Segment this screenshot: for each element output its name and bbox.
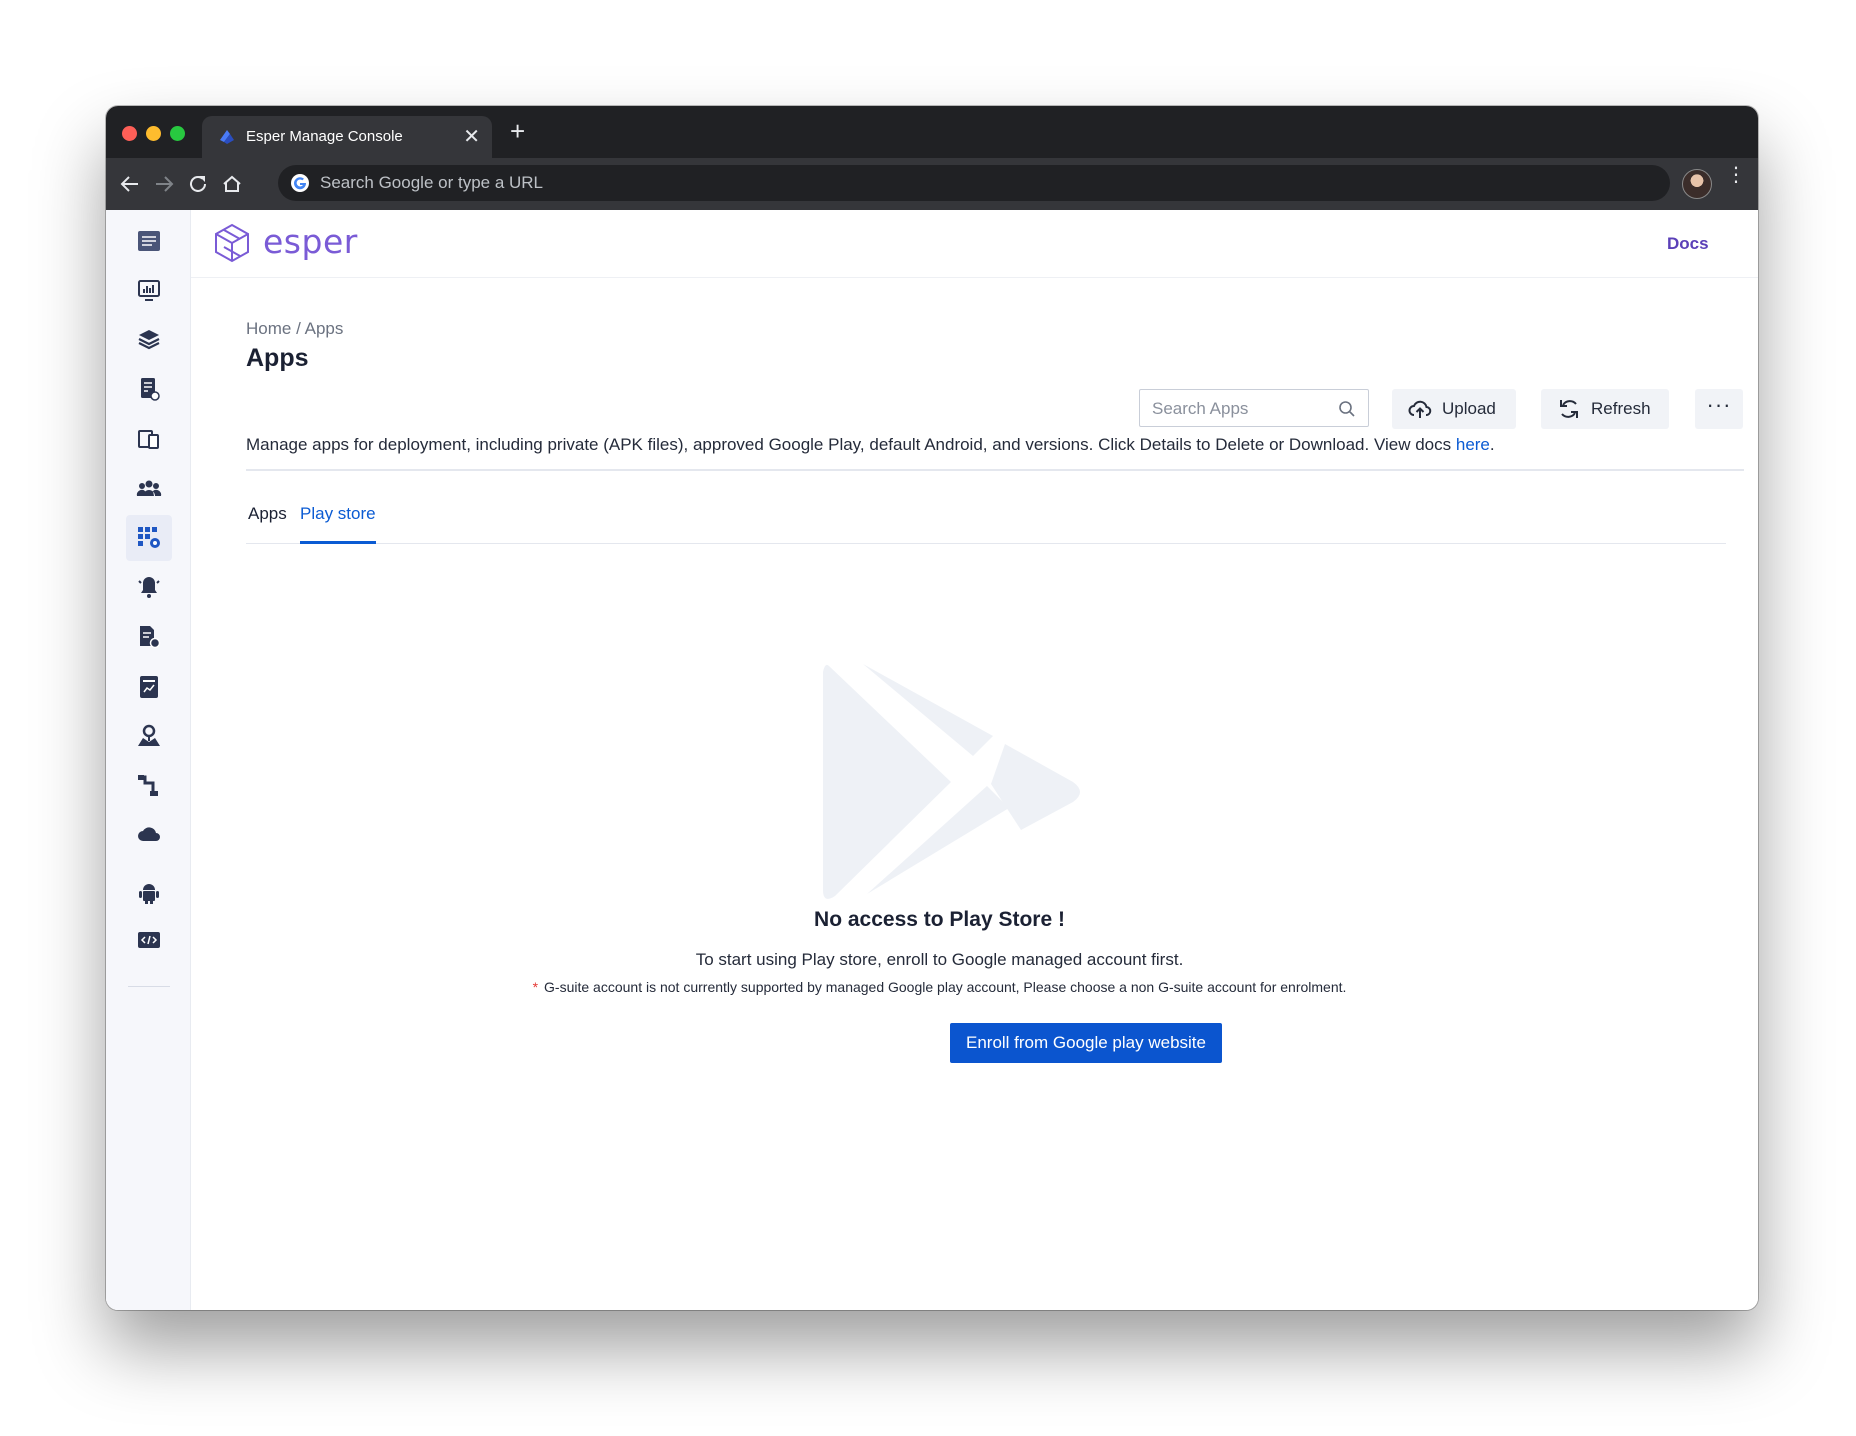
reload-icon[interactable] — [186, 172, 210, 196]
sidebar-geofence-icon[interactable] — [126, 713, 172, 759]
sidebar-android-icon[interactable] — [126, 870, 172, 916]
page-description: Manage apps for deployment, including pr… — [246, 435, 1495, 455]
sidebar — [106, 210, 191, 1310]
tab-apps[interactable]: Apps — [248, 504, 287, 544]
page-title: Apps — [246, 344, 309, 372]
search-apps-input[interactable] — [1152, 399, 1332, 419]
sidebar-developer-icon[interactable] — [126, 917, 172, 963]
browser-menu-icon[interactable]: ⋮ — [1726, 165, 1746, 185]
browser-profile-avatar[interactable] — [1682, 169, 1712, 199]
more-options-icon: ··· — [1706, 392, 1732, 417]
description-text: Manage apps for deployment, including pr… — [246, 435, 1456, 454]
cloud-upload-icon — [1408, 400, 1432, 418]
maximize-window-button[interactable] — [170, 126, 185, 141]
esper-logo-text[interactable]: esper — [263, 222, 358, 261]
browser-toolbar: Search Google or type a URL ⋮ — [106, 158, 1758, 210]
minimize-window-button[interactable] — [146, 126, 161, 141]
esper-logo-icon[interactable] — [211, 222, 253, 264]
home-icon[interactable] — [220, 172, 244, 196]
address-bar[interactable]: Search Google or type a URL — [278, 165, 1670, 201]
breadcrumb-home[interactable]: Home — [246, 319, 291, 338]
required-star: * — [532, 979, 539, 995]
sidebar-menu-icon[interactable] — [126, 218, 172, 264]
app-container: esper Docs Home / Apps Apps Search Apps … — [106, 210, 1758, 1310]
sidebar-content-icon[interactable] — [126, 614, 172, 660]
browser-window: Esper Manage Console ✕ + Search Google o… — [106, 106, 1758, 1310]
sidebar-groups-icon[interactable] — [126, 465, 172, 511]
description-end: . — [1489, 435, 1495, 454]
search-apps-field[interactable] — [1139, 389, 1369, 427]
tab-title: Esper Manage Console — [246, 128, 403, 145]
breadcrumb-current: / Apps — [296, 319, 344, 338]
tab-play-store[interactable]: Play store — [300, 504, 376, 544]
new-tab-icon[interactable]: + — [510, 118, 525, 144]
sidebar-cloud-icon[interactable] — [126, 812, 172, 858]
refresh-label: Refresh — [1591, 399, 1651, 418]
sidebar-dashboard-icon[interactable] — [126, 267, 172, 313]
browser-tab[interactable]: Esper Manage Console ✕ — [202, 116, 492, 158]
browser-tabbar: Esper Manage Console ✕ + — [106, 106, 1758, 158]
empty-state-note: * G-suite account is not currently suppor… — [191, 979, 1688, 995]
forward-arrow-icon[interactable] — [152, 172, 176, 196]
google-icon — [291, 174, 309, 192]
sidebar-reports-icon[interactable] — [126, 664, 172, 710]
header-divider — [246, 469, 1744, 471]
address-placeholder: Search Google or type a URL — [320, 173, 544, 192]
esper-favicon-icon — [220, 130, 234, 144]
sidebar-blueprints-icon[interactable] — [126, 317, 172, 363]
upload-button[interactable]: Upload — [1392, 389, 1516, 429]
refresh-icon — [1560, 400, 1578, 418]
close-window-button[interactable] — [122, 126, 137, 141]
main-content: Home / Apps Apps Upload — [191, 278, 1758, 1310]
search-icon[interactable] — [1338, 400, 1356, 418]
breadcrumb: Home / Apps — [246, 319, 343, 339]
tab-close-icon[interactable]: ✕ — [463, 124, 480, 149]
more-options-button[interactable]: ··· — [1695, 389, 1743, 429]
play-store-icon — [823, 664, 1080, 899]
sidebar-devices-icon[interactable] — [126, 416, 172, 462]
empty-state-title: No access to Play Store ! — [814, 908, 1065, 931]
tabs: Apps Play store — [246, 504, 1726, 544]
docs-link[interactable]: Docs — [1667, 234, 1709, 254]
sidebar-alerts-icon[interactable] — [126, 564, 172, 610]
refresh-button[interactable]: Refresh — [1541, 389, 1669, 429]
sidebar-divider — [128, 986, 170, 987]
sidebar-pipelines-icon[interactable] — [126, 763, 172, 809]
app-header: esper Docs — [191, 210, 1758, 278]
note-text: G-suite account is not currently support… — [544, 979, 1347, 995]
docs-here-link[interactable]: here — [1456, 435, 1490, 454]
empty-state-description: To start using Play store, enroll to Goo… — [695, 950, 1184, 969]
upload-label: Upload — [1442, 399, 1496, 418]
back-arrow-icon[interactable] — [118, 172, 142, 196]
sidebar-provisioning-icon[interactable] — [126, 366, 172, 412]
sidebar-apps-icon[interactable] — [126, 515, 172, 561]
enroll-google-play-button[interactable]: Enroll from Google play website — [950, 1023, 1222, 1063]
